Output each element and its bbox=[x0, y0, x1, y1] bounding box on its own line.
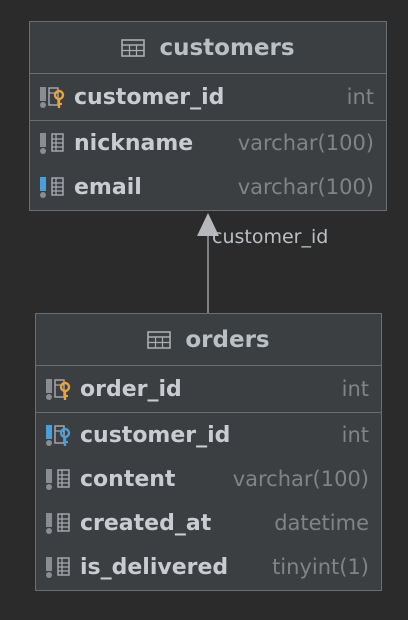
primary-key-column-icon bbox=[44, 376, 80, 402]
foreign-key-column-icon bbox=[44, 422, 80, 448]
column-row[interactable]: order_id int bbox=[36, 366, 381, 412]
column-type: int bbox=[346, 85, 374, 109]
table-icon bbox=[121, 38, 146, 57]
columns-section: nickname varchar(100) email varchar(100) bbox=[30, 121, 386, 209]
column-type: datetime bbox=[274, 511, 369, 535]
column-type: varchar(100) bbox=[237, 175, 374, 199]
columns-section: customer_id int content varchar(100) created… bbox=[36, 413, 381, 589]
column-icon bbox=[38, 130, 74, 156]
primary-key-section: order_id int bbox=[36, 366, 381, 413]
relationship-label: customer_id bbox=[212, 226, 329, 248]
column-row[interactable]: created_at datetime bbox=[36, 501, 381, 545]
column-name: order_id bbox=[80, 376, 182, 402]
primary-key-section: customer_id int bbox=[30, 74, 386, 121]
column-name: customer_id bbox=[80, 422, 231, 448]
indexed-column-icon bbox=[38, 174, 74, 200]
table-icon bbox=[147, 330, 172, 349]
column-name: content bbox=[80, 466, 176, 492]
table-header[interactable]: orders bbox=[36, 314, 381, 366]
column-name: created_at bbox=[80, 510, 212, 536]
column-row[interactable]: email varchar(100) bbox=[30, 165, 386, 209]
table-title: customers bbox=[159, 34, 295, 61]
table-customers[interactable]: customers customer_id int nickname varchar… bbox=[29, 21, 387, 211]
column-row[interactable]: customer_id int bbox=[36, 413, 381, 457]
column-type: varchar(100) bbox=[237, 131, 374, 155]
primary-key-column-icon bbox=[38, 84, 74, 110]
column-icon bbox=[44, 466, 80, 492]
column-type: int bbox=[341, 377, 369, 401]
column-row[interactable]: is_delivered tinyint(1) bbox=[36, 545, 381, 589]
column-row[interactable]: customer_id int bbox=[30, 74, 386, 120]
column-name: email bbox=[74, 174, 142, 200]
table-orders[interactable]: orders order_id int customer_id int content… bbox=[35, 313, 382, 591]
column-type: int bbox=[341, 423, 369, 447]
column-type: varchar(100) bbox=[232, 467, 369, 491]
column-name: nickname bbox=[74, 130, 194, 156]
column-type: tinyint(1) bbox=[272, 555, 369, 579]
column-icon bbox=[44, 554, 80, 580]
column-row[interactable]: content varchar(100) bbox=[36, 457, 381, 501]
column-row[interactable]: nickname varchar(100) bbox=[30, 121, 386, 165]
table-header[interactable]: customers bbox=[30, 22, 386, 74]
column-name: is_delivered bbox=[80, 554, 229, 580]
table-title: orders bbox=[185, 326, 270, 353]
column-name: customer_id bbox=[74, 84, 225, 110]
column-icon bbox=[44, 510, 80, 536]
